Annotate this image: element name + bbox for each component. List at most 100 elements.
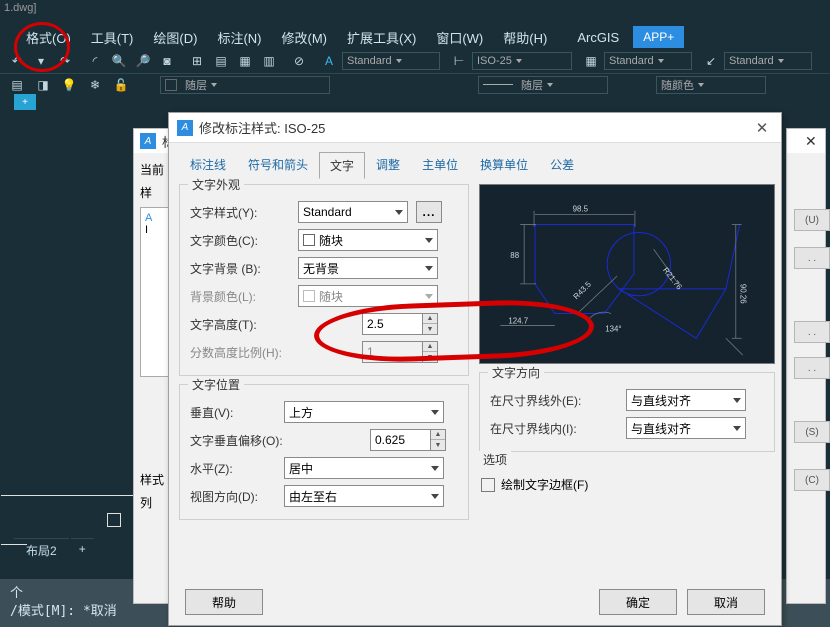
dialog-icon: A <box>177 120 193 136</box>
text-style-combo[interactable]: Standard <box>298 201 408 223</box>
multileader-icon[interactable]: ↙ <box>700 51 722 71</box>
close-icon[interactable]: ✕ <box>805 133 817 150</box>
plotstyle-dropdown[interactable]: 随颜色 <box>656 76 766 94</box>
preview-panel: 98.5 88 R43.5 134° 124.7 R21.76 90.26 <box>479 184 775 364</box>
draw-frame-checkbox[interactable] <box>481 478 495 492</box>
group-text-direction: 文字方向 在尺寸界线外(E): 与直线对齐 在尺寸界线内(I): 与直线对齐 <box>479 372 775 452</box>
stub-button[interactable]: (U) <box>794 209 830 231</box>
spin-down-icon[interactable]: ▼ <box>423 324 437 334</box>
new-tab-icon[interactable]: + <box>14 94 36 110</box>
menu-tools[interactable]: 工具(T) <box>81 25 144 50</box>
dimstyle-icon[interactable]: ⊢ <box>448 51 470 71</box>
menu-arcgis[interactable]: ArcGIS <box>567 27 629 48</box>
menu-dim[interactable]: 标注(N) <box>207 25 271 50</box>
cancel-button[interactable]: 取消 <box>687 589 765 615</box>
color-dropdown[interactable]: 随层 <box>160 76 330 94</box>
stub-button[interactable]: . . <box>794 357 830 379</box>
dialog-tabs: 标注线 符号和箭头 文字 调整 主单位 换算单位 公差 <box>169 143 781 178</box>
layer-lock-icon[interactable]: 🔓 <box>110 75 132 95</box>
tab-lines[interactable]: 标注线 <box>179 151 237 178</box>
menu-format[interactable]: 格式(O) <box>16 25 81 50</box>
caret-down-icon <box>425 238 433 243</box>
stub-button[interactable]: (S) <box>794 421 830 443</box>
label-outside: 在尺寸界线外(E): <box>490 392 618 409</box>
tab-primary[interactable]: 主单位 <box>411 151 469 178</box>
text-style-dropdown[interactable]: Standard <box>342 52 440 70</box>
viewdir-combo[interactable]: 由左至右 <box>284 485 444 507</box>
dim-text: R43.5 <box>572 279 594 301</box>
vertical-combo[interactable]: 上方 <box>284 401 444 423</box>
menu-help[interactable]: 帮助(H) <box>493 25 557 50</box>
table-icon[interactable]: ▦ <box>234 51 256 71</box>
redo-icon[interactable]: ↷ <box>54 51 76 71</box>
text-height-spinner[interactable]: ▲▼ <box>362 313 442 335</box>
linetype-dropdown[interactable]: 随层 <box>478 76 608 94</box>
dim-text: 88 <box>510 251 519 260</box>
grid-icon[interactable]: ⊞ <box>186 51 208 71</box>
tab-adjust[interactable]: 调整 <box>365 151 411 178</box>
dim-style-dropdown[interactable]: ISO-25 <box>472 52 572 70</box>
color-swatch-icon <box>303 290 315 302</box>
label-fraction-scale: 分数高度比例(H): <box>190 344 290 361</box>
menu-modify[interactable]: 修改(M) <box>271 25 337 50</box>
stub-button[interactable]: . . <box>794 321 830 343</box>
inside-combo[interactable]: 与直线对齐 <box>626 417 746 439</box>
menu-draw[interactable]: 绘图(D) <box>143 25 207 50</box>
text-height-input[interactable] <box>362 313 422 335</box>
tab-tol[interactable]: 公差 <box>539 151 585 178</box>
caret-down-icon <box>698 83 704 87</box>
stub-button[interactable]: . . <box>794 247 830 269</box>
layout-add-tab[interactable]: + <box>71 538 94 560</box>
table-style-dropdown[interactable]: Standard <box>604 52 692 70</box>
layer-freeze-icon[interactable]: ❄ <box>84 75 106 95</box>
help-button[interactable]: 帮助 <box>185 589 263 615</box>
ok-button[interactable]: 确定 <box>599 589 677 615</box>
style-item[interactable]: I <box>145 224 148 236</box>
spin-down-icon[interactable]: ▼ <box>431 440 445 450</box>
tab-alt[interactable]: 换算单位 <box>469 151 539 178</box>
stub-button[interactable]: (C) <box>794 469 830 491</box>
undo-caret-icon[interactable]: ▾ <box>30 51 52 71</box>
multileader-style-dropdown[interactable]: Standard <box>724 52 812 70</box>
menu-app-plus[interactable]: APP+ <box>633 26 684 48</box>
layout-tab[interactable]: 布局2 <box>14 538 69 560</box>
tab-text[interactable]: 文字 <box>319 152 365 179</box>
fraction-scale-spinner: ▲▼ <box>362 341 442 363</box>
spin-up-icon[interactable]: ▲ <box>431 430 445 440</box>
voffset-input[interactable] <box>370 429 430 451</box>
panel-icon[interactable]: ▥ <box>258 51 280 71</box>
label-inside: 在尺寸界线内(I): <box>490 420 618 437</box>
list-icon[interactable]: ▤ <box>210 51 232 71</box>
close-icon[interactable]: ✕ <box>751 119 773 137</box>
dialog-titlebar[interactable]: A 修改标注样式: ISO-25 ✕ <box>169 113 781 143</box>
tool-icon-k[interactable]: ⊘ <box>288 51 310 71</box>
layer-bulb-icon[interactable]: 💡 <box>58 75 80 95</box>
horizontal-combo[interactable]: 居中 <box>284 457 444 479</box>
group-title: 选项 <box>479 451 511 468</box>
text-color-combo[interactable]: 随块 <box>298 229 438 251</box>
tool-icon-a[interactable]: ◜ <box>84 51 106 71</box>
dialog-title: 修改标注样式: ISO-25 <box>199 118 751 137</box>
table-style-icon[interactable]: ▦ <box>580 51 602 71</box>
caret-down-icon <box>431 466 439 471</box>
label-voffset: 文字垂直偏移(O): <box>190 432 312 449</box>
undo-icon[interactable]: ↶ <box>6 51 28 71</box>
spin-up-icon[interactable]: ▲ <box>423 314 437 324</box>
caret-down-icon <box>733 398 741 403</box>
tab-arrows[interactable]: 符号和箭头 <box>237 151 319 178</box>
tool-icon-d[interactable]: ◙ <box>156 51 178 71</box>
caret-down-icon <box>733 426 741 431</box>
voffset-spinner[interactable]: ▲▼ <box>370 429 450 451</box>
zoom-out-icon[interactable]: 🔎 <box>132 51 154 71</box>
menu-window[interactable]: 窗口(W) <box>426 25 493 50</box>
text-style-ellipsis-button[interactable]: ... <box>416 201 442 223</box>
label-drawframe: 绘制文字边框(F) <box>501 476 588 493</box>
standard-icon[interactable]: A <box>318 51 340 71</box>
zoom-in-icon[interactable]: 🔍 <box>108 51 130 71</box>
menu-ext[interactable]: 扩展工具(X) <box>337 25 426 50</box>
outside-combo[interactable]: 与直线对齐 <box>626 389 746 411</box>
label-stylelist: 样式 <box>140 473 164 487</box>
layer-manager-icon[interactable]: ▤ <box>6 75 28 95</box>
text-bg-combo[interactable]: 无背景 <box>298 257 438 279</box>
layer-b-icon[interactable]: ◨ <box>32 75 54 95</box>
